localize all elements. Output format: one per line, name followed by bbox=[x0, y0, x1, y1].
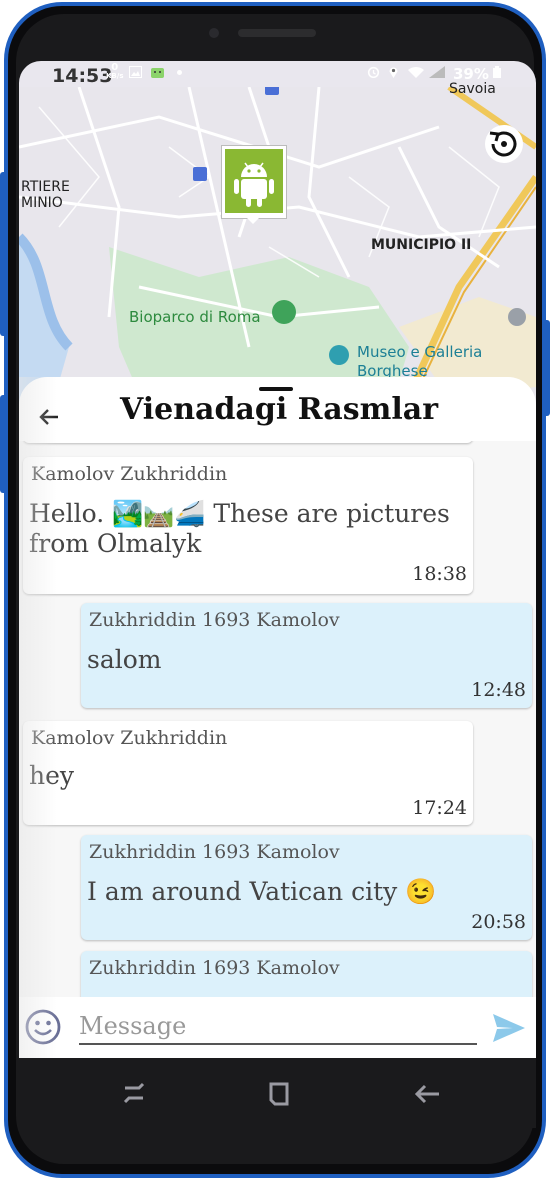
recent-apps-icon[interactable] bbox=[119, 1078, 151, 1110]
message-sender: Zukhriddin 1693 Kamolov bbox=[89, 957, 340, 979]
network-speed-unit: KB/s bbox=[106, 72, 124, 80]
chat-sheet: Vienadagi Rasmlar Kamolov Zukhriddin Hel… bbox=[19, 377, 536, 1058]
message-bubble[interactable]: Zukhriddin 1693 Kamolov salom 12:48 bbox=[81, 603, 532, 708]
message-sender: Zukhriddin 1693 Kamolov bbox=[89, 841, 340, 863]
navigation-bar bbox=[19, 1058, 536, 1128]
battery-level: 39% bbox=[453, 65, 489, 83]
send-icon[interactable] bbox=[491, 1012, 527, 1044]
message-time: 18:38 bbox=[412, 563, 467, 585]
message-text: I am around Vatican city 😉 bbox=[87, 877, 437, 906]
message-list[interactable]: Kamolov Zukhriddin Hello. 🏞️🛤️🚄 These ar… bbox=[19, 441, 536, 997]
android-icon bbox=[225, 149, 283, 213]
message-bubble[interactable]: Kamolov Zukhriddin Hello. 🏞️🛤️🚄 These ar… bbox=[23, 457, 473, 594]
status-bar: 14:53 0 KB/s 39% bbox=[19, 61, 536, 87]
message-input[interactable] bbox=[79, 1009, 477, 1045]
gallery-icon bbox=[129, 66, 142, 78]
signal-icon bbox=[429, 66, 445, 78]
android-location-marker[interactable] bbox=[221, 145, 287, 219]
location-icon bbox=[389, 67, 398, 78]
battery-icon bbox=[493, 66, 501, 78]
map-label: RTIERE bbox=[21, 179, 70, 195]
marker-pointer bbox=[245, 216, 261, 224]
message-sender: Kamolov Zukhriddin bbox=[31, 727, 228, 749]
message-text: Hello. 🏞️🛤️🚄 These are pictures from Olm… bbox=[29, 499, 450, 559]
back-icon[interactable] bbox=[411, 1078, 443, 1110]
message-bubble[interactable]: Kamolov Zukhriddin hey 17:24 bbox=[23, 721, 473, 825]
message-bubble[interactable]: Zukhriddin 1693 Kamolov bbox=[81, 951, 532, 997]
map-label: Bioparco di Roma bbox=[129, 308, 261, 326]
drag-handle[interactable] bbox=[259, 387, 293, 391]
message-time: 17:24 bbox=[412, 797, 467, 819]
android-status-icon bbox=[151, 68, 164, 78]
message-text: hey bbox=[29, 761, 75, 790]
rotate-icon[interactable] bbox=[485, 125, 523, 163]
message-time: 20:58 bbox=[471, 911, 526, 933]
side-button bbox=[542, 320, 550, 416]
network-speed: 0 KB/s bbox=[106, 62, 124, 81]
message-text-line: Hello. 🏞️🛤️🚄 These are pictures bbox=[29, 499, 450, 528]
map-view[interactable]: Savoia RTIERE MINIO MUNICIPIO II Bioparc… bbox=[19, 81, 536, 417]
message-text: salom bbox=[87, 645, 162, 674]
map-label: MINIO bbox=[21, 195, 63, 211]
side-button bbox=[0, 172, 8, 336]
front-camera bbox=[209, 28, 219, 38]
home-icon[interactable] bbox=[263, 1078, 295, 1110]
message-text-line: from Olmalyk bbox=[29, 529, 202, 558]
network-speed-value: 0 bbox=[111, 62, 119, 73]
arrow-left-icon[interactable] bbox=[37, 405, 61, 429]
smiley-icon[interactable] bbox=[25, 1009, 61, 1045]
map-label: MUNICIPIO II bbox=[371, 237, 472, 253]
message-sender: Kamolov Zukhriddin bbox=[31, 463, 228, 485]
message-sender: Zukhriddin 1693 Kamolov bbox=[89, 609, 340, 631]
previous-message-tail bbox=[23, 441, 473, 443]
compose-bar bbox=[19, 997, 536, 1058]
alarm-icon bbox=[367, 66, 380, 78]
speaker-grille bbox=[238, 29, 316, 37]
notification-dot-icon bbox=[177, 70, 182, 75]
screen: Savoia RTIERE MINIO MUNICIPIO II Bioparc… bbox=[19, 61, 536, 1058]
message-time: 12:48 bbox=[471, 679, 526, 701]
side-button bbox=[0, 395, 8, 493]
chat-title: Vienadagi Rasmlar bbox=[119, 392, 439, 427]
map-label: Museo e Galleria bbox=[357, 343, 483, 361]
wifi-icon bbox=[408, 66, 424, 78]
message-bubble[interactable]: Zukhriddin 1693 Kamolov I am around Vati… bbox=[81, 835, 532, 940]
